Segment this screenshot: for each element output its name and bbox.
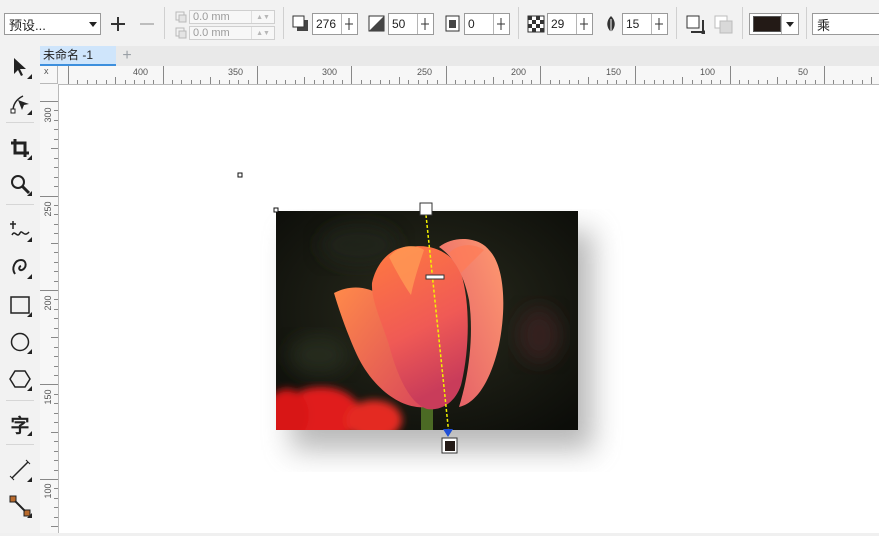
- preset-label: 预设...: [9, 17, 46, 33]
- shadow-opacity-slider[interactable]: [425, 274, 445, 280]
- hruler-label: 150: [606, 67, 622, 77]
- shadow-feather-field[interactable]: 15: [622, 13, 668, 35]
- feather-icon: [603, 15, 619, 33]
- shadow-distance-field[interactable]: 50: [388, 13, 434, 35]
- shadow-feather-value: 15: [626, 17, 640, 31]
- shape-tool[interactable]: [6, 89, 34, 117]
- vruler-label: 250: [43, 201, 53, 217]
- merge-mode-label: 乘: [817, 17, 831, 33]
- vruler-label: 300: [43, 107, 53, 123]
- selection-node[interactable]: [273, 207, 279, 213]
- offset-x-field[interactable]: 0.0 mm ▲▼: [189, 10, 275, 24]
- ruler-origin[interactable]: x: [40, 66, 58, 84]
- hruler-label: 250: [417, 67, 433, 77]
- ellipse-tool[interactable]: [6, 328, 34, 356]
- offset-y-value: 0.0 mm: [193, 27, 230, 39]
- document-tab[interactable]: 未命名 -1: [40, 46, 116, 66]
- shadow-distance-icon: [368, 15, 386, 33]
- spinner-icon: [492, 14, 509, 34]
- shadow-end-handle-fill: [445, 441, 455, 451]
- hruler-label: 400: [133, 67, 149, 77]
- shadow-fade-icon: [444, 15, 462, 33]
- feather-direction-button[interactable]: [685, 14, 707, 36]
- shadow-color-picker[interactable]: [749, 13, 799, 35]
- separator: [164, 7, 165, 39]
- tulip-photo[interactable]: [265, 211, 578, 443]
- shadow-direction-value: 276: [316, 17, 337, 31]
- drawing-canvas[interactable]: [59, 85, 879, 533]
- pick-tool[interactable]: [6, 53, 34, 81]
- preset-dropdown[interactable]: 预设...: [4, 13, 101, 35]
- spinner-icon: [575, 14, 592, 34]
- minus-icon: [140, 23, 154, 25]
- offset-y-field[interactable]: 0.0 mm ▲▼: [189, 26, 275, 40]
- add-tab-button[interactable]: +: [118, 48, 136, 64]
- property-bar: 预设... 0.0 mm ▲▼ 0.0 mm ▲▼ 276 50 0 29 15…: [0, 0, 879, 47]
- rectangle-tool[interactable]: [6, 291, 34, 319]
- polygon-tool[interactable]: [6, 365, 34, 393]
- feather-edge-button[interactable]: [713, 14, 735, 36]
- spinner-icon: ▲▼: [251, 27, 274, 39]
- feather-direction-icon: [686, 15, 705, 34]
- ruler-origin-label: x: [44, 66, 49, 76]
- shadow-fade-field[interactable]: 0: [464, 13, 510, 35]
- spinner-icon: [650, 14, 667, 34]
- chevron-down-icon: [781, 14, 798, 34]
- vruler-label: 150: [43, 389, 53, 405]
- document-tab-strip: [40, 46, 879, 66]
- separator: [676, 7, 677, 39]
- separator: [806, 7, 807, 39]
- separator: [742, 7, 743, 39]
- spinner-icon: [340, 14, 357, 34]
- color-swatch: [753, 16, 781, 32]
- horizontal-ruler[interactable]: 400 350 300 250 200 150 100 50: [58, 66, 879, 85]
- shadow-fade-value: 0: [468, 17, 475, 31]
- zoom-tool[interactable]: [6, 170, 34, 198]
- shadow-opacity-field[interactable]: 29: [547, 13, 593, 35]
- spinner-icon: [416, 14, 433, 34]
- merge-mode-dropdown[interactable]: 乘: [812, 13, 879, 35]
- separator: [6, 122, 34, 123]
- artistic-media-tool[interactable]: [6, 253, 34, 281]
- horizontal-ruler-ticks: [68, 66, 872, 84]
- separator: [6, 400, 34, 401]
- canvas-artwork: [237, 172, 593, 454]
- separator: [6, 444, 34, 445]
- hruler-label: 300: [322, 67, 338, 77]
- connector-tool[interactable]: [6, 492, 34, 520]
- crop-tool[interactable]: [6, 134, 34, 162]
- dimension-tool[interactable]: [6, 456, 34, 484]
- shadow-direction-icon: [292, 15, 310, 33]
- feather-edge-icon: [714, 15, 733, 34]
- shadow-opacity-icon: [527, 15, 545, 33]
- offset-x-icon: [175, 11, 187, 23]
- freehand-tool[interactable]: [6, 216, 34, 244]
- remove-preset-button[interactable]: [137, 13, 157, 35]
- hruler-label: 100: [700, 67, 716, 77]
- shadow-distance-value: 50: [392, 17, 406, 31]
- vertical-ruler[interactable]: 300 250 200 150 100: [40, 84, 59, 533]
- vruler-label: 100: [43, 483, 53, 499]
- text-tool[interactable]: 字: [6, 410, 34, 438]
- toolbox: 字: [0, 46, 41, 533]
- hruler-label: 350: [228, 67, 244, 77]
- selection-node[interactable]: [237, 172, 243, 178]
- hruler-label: 200: [511, 67, 527, 77]
- hruler-label: 50: [798, 67, 809, 77]
- shadow-direction-field[interactable]: 276: [312, 13, 358, 35]
- spinner-icon: ▲▼: [251, 11, 274, 23]
- vruler-label: 200: [43, 295, 53, 311]
- chevron-down-icon: [86, 14, 100, 34]
- shadow-start-handle[interactable]: [419, 202, 433, 216]
- plus-icon: [111, 17, 125, 31]
- add-preset-button[interactable]: [108, 13, 128, 35]
- offset-y-icon: [175, 27, 187, 39]
- shadow-opacity-value: 29: [551, 17, 565, 31]
- separator: [518, 7, 519, 39]
- separator: [6, 204, 34, 205]
- offset-x-value: 0.0 mm: [193, 11, 230, 23]
- separator: [283, 7, 284, 39]
